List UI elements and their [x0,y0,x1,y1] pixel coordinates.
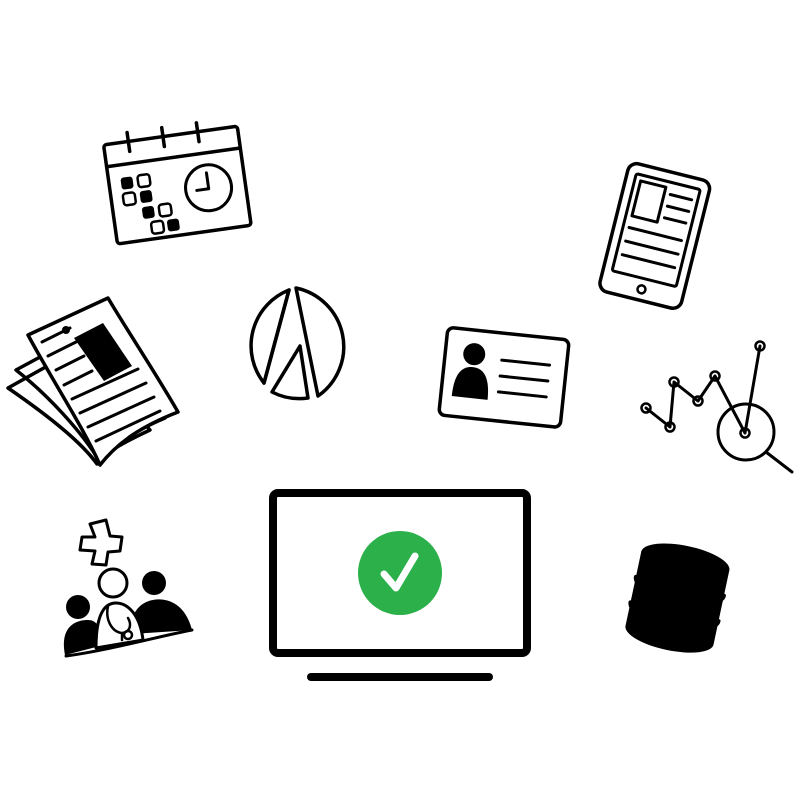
id-card-icon [437,326,571,429]
clock-icon [184,163,234,213]
calendar-clock-icon [102,121,253,246]
doctor-patients-icon [63,518,194,658]
tablet-icon [598,161,712,311]
database-icon [625,543,730,653]
checkmark-icon [358,531,442,615]
newspaper-icon [6,296,180,467]
monitor-icon [269,489,531,681]
pie-chart-icon [249,286,346,401]
illustration-canvas [6,121,794,681]
line-chart-magnifier-icon [640,340,794,474]
calendar-days [120,173,180,235]
